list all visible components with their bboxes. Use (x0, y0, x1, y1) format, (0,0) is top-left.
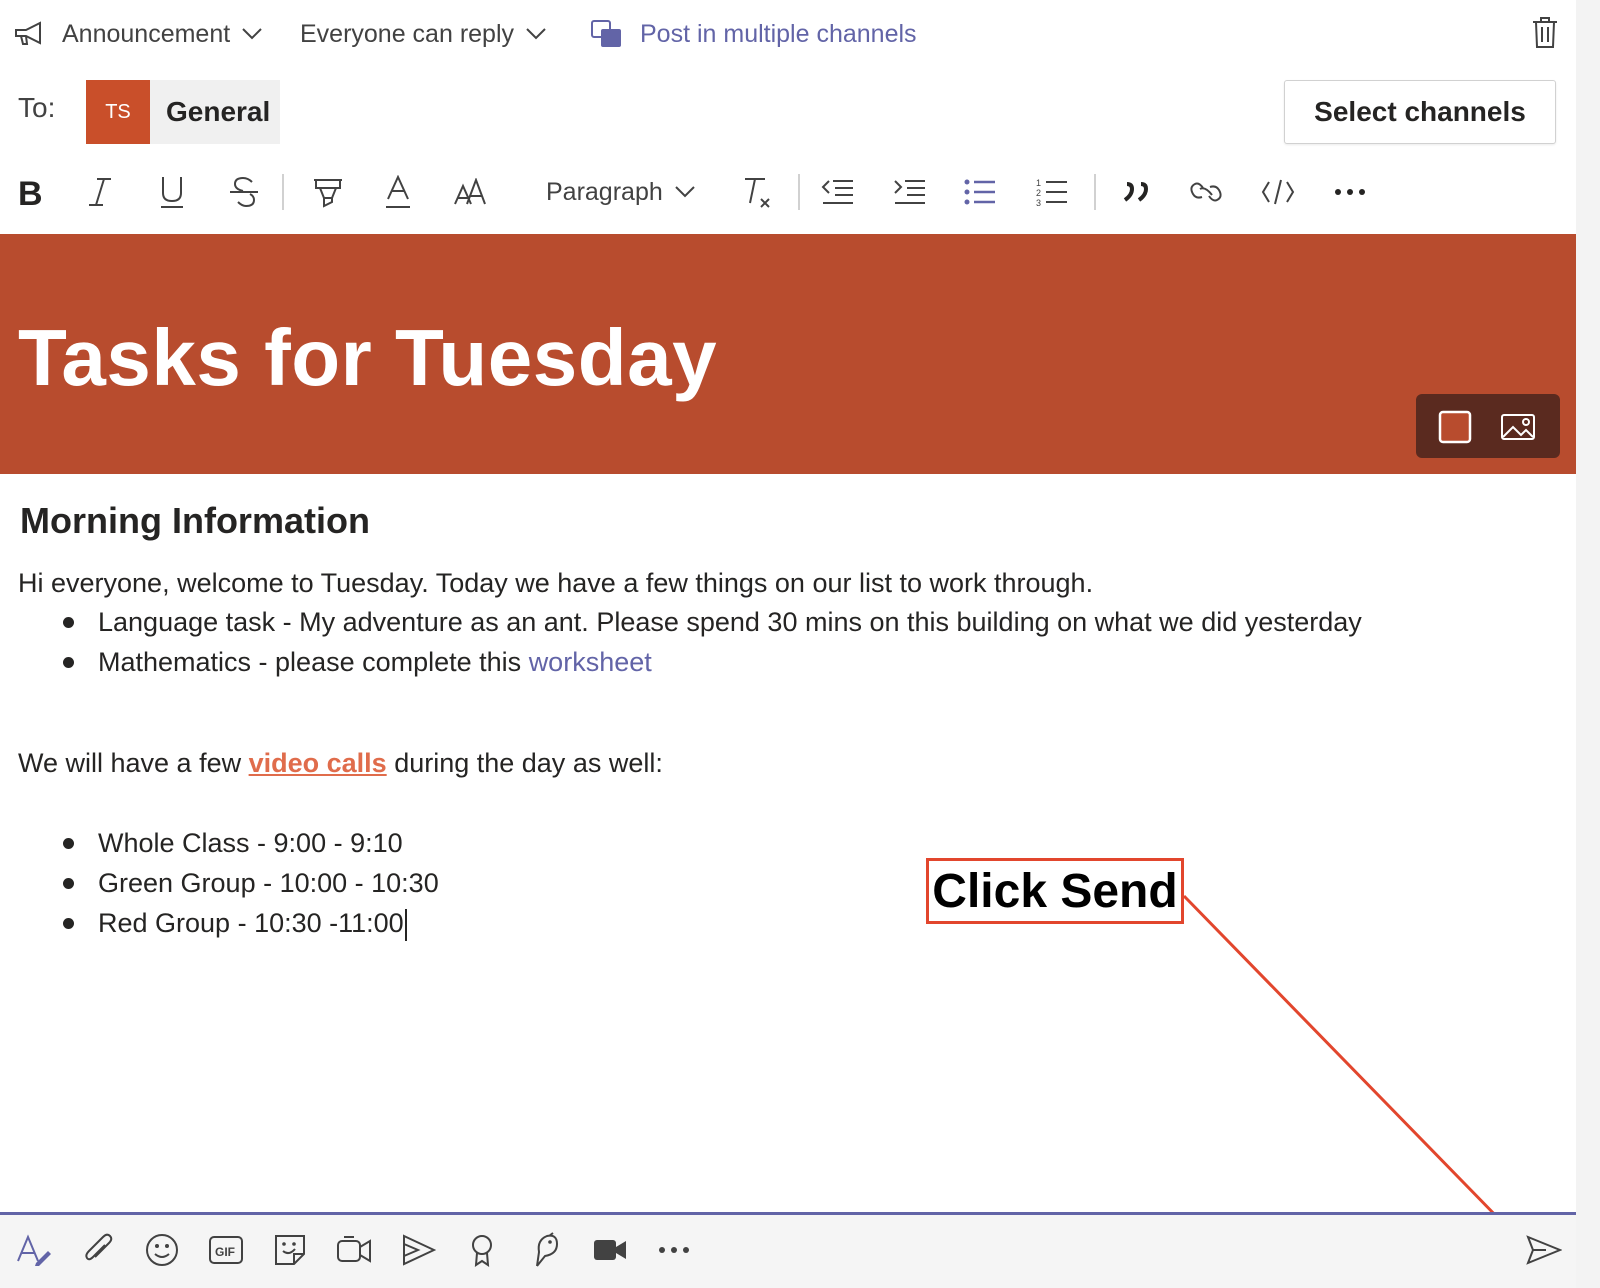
video-button[interactable] (588, 1228, 632, 1272)
meet-now-button[interactable] (332, 1228, 376, 1272)
video-icon (593, 1238, 627, 1262)
instruction-arrow (1182, 894, 1520, 1241)
praise-icon (469, 1233, 495, 1267)
sticker-icon (274, 1234, 306, 1266)
attach-icon (83, 1233, 113, 1267)
emoji-button[interactable] (140, 1228, 184, 1272)
attach-button[interactable] (76, 1228, 120, 1272)
stream-button[interactable] (396, 1228, 440, 1272)
send-icon (1526, 1235, 1562, 1265)
gif-icon: GIF (208, 1235, 244, 1265)
format-icon (16, 1233, 52, 1267)
bird-app-icon (531, 1232, 561, 1268)
stream-icon (400, 1234, 436, 1266)
more-apps-icon (658, 1246, 690, 1254)
gif-button[interactable]: GIF (204, 1228, 248, 1272)
emoji-icon (145, 1233, 179, 1267)
more-apps-button[interactable] (652, 1228, 696, 1272)
format-button[interactable] (12, 1228, 56, 1272)
sticker-button[interactable] (268, 1228, 312, 1272)
svg-text:GIF: GIF (215, 1245, 235, 1259)
bird-app-button[interactable] (524, 1228, 568, 1272)
send-button[interactable] (1522, 1228, 1566, 1272)
praise-button[interactable] (460, 1228, 504, 1272)
meet-now-icon (336, 1235, 372, 1265)
